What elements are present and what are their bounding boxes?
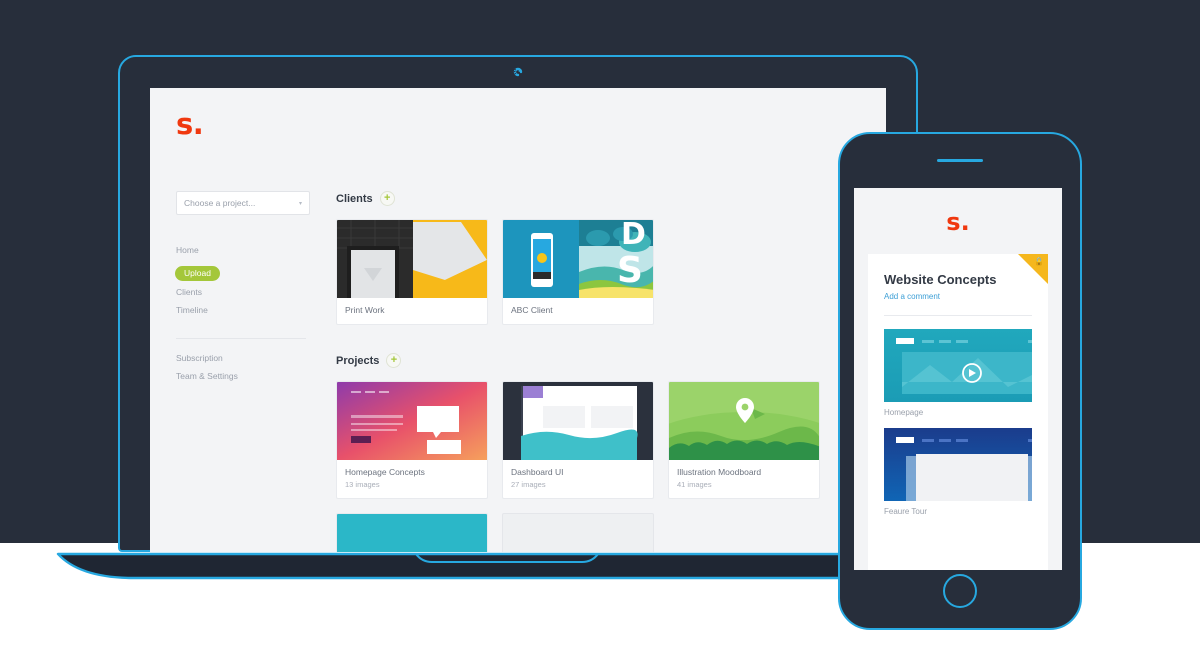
card-abc-client[interactable]: D S ABC Client (502, 219, 654, 325)
sidebar-item-subscription[interactable]: Subscription (176, 353, 310, 364)
card-subtitle: 41 images (677, 480, 712, 489)
phone-item-caption: Homepage (884, 408, 924, 417)
card-illustration-moodboard[interactable]: Illustration Moodboard 41 images (668, 381, 820, 499)
sidebar-divider (176, 338, 306, 339)
lock-icon: 🔒 (1034, 257, 1044, 266)
section-title-projects: Projects (336, 354, 380, 367)
project-select[interactable]: Choose a project... ▾ (176, 191, 310, 215)
spinner-icon (510, 64, 526, 80)
phone-item-homepage[interactable]: Homepage (884, 329, 1032, 417)
phone-item-feature-tour[interactable]: Feaure Tour (884, 428, 1032, 516)
card-subtitle: 13 images (345, 480, 380, 489)
add-client-button[interactable]: + (379, 191, 395, 206)
add-comment-link[interactable]: Add a comment (884, 292, 1032, 301)
sidebar: Choose a project... ▾ Home Upload Client… (175, 191, 310, 552)
card-dashboard-ui[interactable]: Dashboard UI 27 images (502, 381, 654, 499)
phone-project-title: Website Concepts (884, 272, 997, 287)
card-title: ABC Client (511, 305, 553, 315)
card-placeholder-teal[interactable] (336, 513, 488, 552)
sidebar-item-team-settings[interactable]: Team & Settings (176, 371, 310, 382)
content-area: Clients + Print Work D S ABC Client Proj… (310, 191, 860, 552)
section-clients: Clients + Print Work D S ABC Client (336, 191, 860, 325)
thumbnail-dashboard-ui (503, 382, 653, 460)
card-subtitle: 27 images (511, 480, 546, 489)
section-header-clients: Clients + (336, 191, 860, 206)
phone-home-button[interactable] (943, 574, 977, 608)
svg-text:D: D (621, 220, 646, 252)
card-print-work[interactable]: Print Work (336, 219, 488, 325)
laptop-device: s. Choose a project... ▾ Home Upload Cli… (56, 55, 980, 580)
thumbnail-homepage-video (884, 329, 1032, 402)
phone-app-logo[interactable]: s. (854, 188, 1062, 254)
svg-text:S: S (617, 250, 643, 291)
thumbnail-homepage-concepts (337, 382, 487, 460)
sidebar-item-upload[interactable]: Upload (175, 266, 220, 281)
phone-item-caption: Feaure Tour (884, 507, 927, 516)
laptop-screen: s. Choose a project... ▾ Home Upload Cli… (150, 88, 886, 552)
card-title: Illustration Moodboard (677, 467, 762, 477)
card-title: Print Work (345, 305, 385, 315)
phone-project-card: 🔒 Website Concepts Add a comment Homepag… (868, 254, 1048, 570)
project-select-value: Choose a project... (184, 198, 256, 208)
card-title: Dashboard UI (511, 467, 564, 477)
sidebar-item-timeline[interactable]: Timeline (176, 305, 310, 316)
clients-grid: Print Work D S ABC Client (336, 219, 860, 325)
thumbnail-placeholder-teal (337, 514, 487, 552)
section-title-clients: Clients (336, 192, 373, 205)
thumbnail-print-work (337, 220, 487, 298)
projects-grid: Homepage Concepts 13 images Dashboard UI… (336, 381, 860, 552)
thumbnail-feature-tour (884, 428, 1032, 501)
thumbnail-abc-client: D S (503, 220, 653, 298)
phone-speaker (937, 159, 983, 162)
sidebar-item-home[interactable]: Home (176, 245, 310, 256)
sidebar-nav: Home Upload Clients Timeline Subscriptio… (175, 245, 310, 382)
chevron-down-icon: ▾ (298, 200, 302, 207)
section-header-projects: Projects + (336, 353, 860, 368)
add-project-button[interactable]: + (386, 353, 402, 368)
app-logo[interactable]: s. (176, 110, 860, 139)
section-projects: Projects + Homepage Concepts 13 images D… (336, 353, 860, 552)
thumbnail-illustration-moodboard (669, 382, 819, 460)
web-app: s. Choose a project... ▾ Home Upload Cli… (150, 88, 886, 552)
scene: s. Choose a project... ▾ Home Upload Cli… (0, 0, 1200, 660)
phone-device: s. 🔒 Website Concepts Add a comment Home… (838, 132, 1082, 630)
phone-screen: s. 🔒 Website Concepts Add a comment Home… (854, 188, 1062, 570)
phone-divider (884, 315, 1032, 316)
card-homepage-concepts[interactable]: Homepage Concepts 13 images (336, 381, 488, 499)
card-title: Homepage Concepts (345, 467, 425, 477)
card-placeholder-empty[interactable] (502, 513, 654, 552)
sidebar-item-clients[interactable]: Clients (176, 287, 310, 298)
